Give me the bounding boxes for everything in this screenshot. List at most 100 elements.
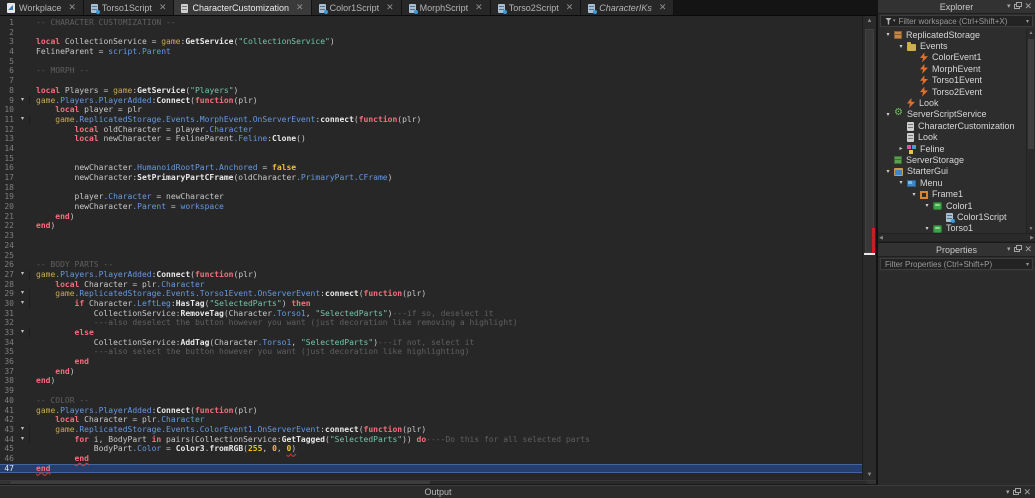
filter-caret-icon[interactable]: ▾ [893,18,896,24]
tree-item-ServerStorage[interactable]: ServerStorage [878,154,1026,165]
tree-item-Look[interactable]: Look [878,132,1026,143]
code-line[interactable]: 26-- BODY PARTS -- [0,260,862,270]
explorer-filter-input[interactable]: ▾ Filter workspace (Ctrl+Shift+X) ▾ [880,15,1033,27]
tree-item-ServerScriptService[interactable]: ▾ServerScriptService [878,109,1026,120]
code-line[interactable]: 25 [0,251,862,261]
code-line[interactable]: 47end [0,464,862,474]
fold-arrow-icon[interactable]: ▾ [16,299,30,309]
tab-close-icon[interactable]: ✕ [566,3,574,12]
scroll-up-icon[interactable]: ▲ [863,16,876,27]
tree-item-Events[interactable]: ▾Events [878,40,1026,51]
code-line[interactable]: 12 local oldCharacter = player.Character [0,125,862,135]
close-icon[interactable]: ✕ [1024,2,1032,11]
close-icon[interactable]: ✕ [1024,245,1032,254]
code-line[interactable]: 28 local Character = plr.Character [0,280,862,290]
code-editor[interactable]: 1-- CHARACTER CUSTOMIZATION --23local Co… [0,16,862,481]
properties-filter-input[interactable]: Filter Properties (Ctrl+Shift+P) ▾ [880,258,1033,270]
tab-close-icon[interactable]: ✕ [386,3,394,12]
editor-hscroll-thumb[interactable] [10,481,430,484]
editor-vscroll-thumb[interactable] [865,29,874,253]
code-line[interactable]: 13 local newCharacter = FelineParent.Fel… [0,134,862,144]
expand-arrow-icon[interactable]: ▾ [895,179,907,186]
code-line[interactable]: 29▾ game.ReplicatedStorage.Events.Torso1… [0,289,862,299]
tab-Color1Script[interactable]: Color1Script✕ [312,0,402,15]
tree-item-Frame1[interactable]: ▾Frame1 [878,188,1026,199]
code-line[interactable]: 20 newCharacter.Parent = workspace [0,202,862,212]
chevron-down-icon[interactable]: ▾ [1026,261,1029,268]
expand-arrow-icon[interactable]: ▾ [921,202,933,209]
fold-arrow-icon[interactable]: ▾ [16,435,30,445]
code-line[interactable]: 34 CollectionService:AddTag(Character.To… [0,338,862,348]
code-line[interactable]: 21 end) [0,212,862,222]
tree-item-Color1[interactable]: ▾Color1 [878,200,1026,211]
code-line[interactable]: 3local CollectionService = game:GetServi… [0,37,862,47]
tree-item-CharacterCustomization[interactable]: CharacterCustomization [878,120,1026,131]
code-line[interactable]: 44▾ for i, BodyPart in pairs(CollectionS… [0,435,862,445]
code-line[interactable]: 1-- CHARACTER CUSTOMIZATION -- [0,18,862,28]
tree-item-Menu[interactable]: ▾Menu [878,177,1026,188]
expand-arrow-icon[interactable]: ▸ [895,145,907,152]
code-line[interactable]: 32 ---also deselect the button however y… [0,318,862,328]
code-line[interactable]: 36 end [0,357,862,367]
code-line[interactable]: 31 CollectionService:RemoveTag(Character… [0,309,862,319]
chevron-down-icon[interactable]: ▾ [1026,18,1029,25]
code-line[interactable]: 23 [0,231,862,241]
tree-item-Torso1Event[interactable]: Torso1Event [878,75,1026,86]
code-line[interactable]: 6-- MORPH -- [0,66,862,76]
code-line[interactable]: 46 end [0,454,862,464]
code-line[interactable]: 16 newCharacter.HumanoidRootPart.Anchore… [0,163,862,173]
fold-arrow-icon[interactable]: ▾ [16,270,30,280]
chevron-down-icon[interactable]: ▾ [1007,246,1011,253]
code-line[interactable]: 30▾ if Character.LeftLeg:HasTag("Selecte… [0,299,862,309]
expand-arrow-icon[interactable]: ▾ [882,111,894,118]
tab-close-icon[interactable]: ✕ [159,3,167,12]
code-line[interactable]: 43▾ game.ReplicatedStorage.Events.ColorE… [0,425,862,435]
float-window-icon[interactable] [1013,490,1019,495]
expand-arrow-icon[interactable]: ▾ [908,191,920,198]
tab-Torso2Script[interactable]: Torso2Script✕ [491,0,582,15]
fold-arrow-icon[interactable]: ▾ [16,289,30,299]
code-line[interactable]: 39 [0,386,862,396]
tab-Workplace[interactable]: Workplace✕ [0,0,84,15]
code-line[interactable]: 17 newCharacter:SetPrimaryPartCFrame(old… [0,173,862,183]
code-line[interactable]: 35 ---also select the button however you… [0,347,862,357]
fold-arrow-icon[interactable]: ▾ [16,115,30,125]
filter-funnel-icon[interactable] [885,18,892,25]
code-line[interactable]: 27▾game.Players.PlayerAdded:Connect(func… [0,270,862,280]
code-line[interactable]: 19 player.Character = newCharacter [0,192,862,202]
code-line[interactable]: 40-- COLOR -- [0,396,862,406]
code-line[interactable]: 4FelineParent = script.Parent [0,47,862,57]
code-line[interactable]: 7 [0,76,862,86]
scroll-right-icon[interactable]: ▶ [1030,234,1034,242]
tree-item-StarterGui[interactable]: ▾StarterGui [878,166,1026,177]
fold-arrow-icon[interactable]: ▾ [16,96,30,106]
tab-close-icon[interactable]: ✕ [296,3,304,12]
tree-item-Torso2Event[interactable]: Torso2Event [878,86,1026,97]
output-bar[interactable]: Output ▾ ✕ [0,485,1035,498]
expand-arrow-icon[interactable]: ▾ [882,31,894,38]
chevron-down-icon[interactable]: ▾ [1006,488,1010,496]
tab-Torso1Script[interactable]: Torso1Script✕ [84,0,175,15]
scroll-left-icon[interactable]: ◀ [879,234,883,242]
code-line[interactable]: 41game.Players.PlayerAdded:Connect(funct… [0,406,862,416]
close-icon[interactable]: ✕ [1023,487,1031,498]
expand-arrow-icon[interactable]: ▾ [895,43,907,50]
tree-item-Feline[interactable]: ▸Feline [878,143,1026,154]
tab-CharacterCustomization[interactable]: CharacterCustomization✕ [174,0,311,15]
tab-CharacterIKs[interactable]: CharacterIKs✕ [581,0,674,15]
code-line[interactable]: 8local Players = game:GetService("Player… [0,86,862,96]
code-line[interactable]: 37 end) [0,367,862,377]
explorer-vscroll-thumb[interactable] [1028,39,1034,149]
code-line[interactable]: 2 [0,28,862,38]
expand-arrow-icon[interactable]: ▾ [921,225,933,232]
fold-arrow-icon[interactable]: ▾ [16,425,30,435]
code-line[interactable]: 9▾game.Players.PlayerAdded:Connect(funct… [0,96,862,106]
tree-item-ColorEvent1[interactable]: ColorEvent1 [878,52,1026,63]
tab-close-icon[interactable]: ✕ [68,3,76,12]
float-window-icon[interactable] [1014,247,1020,252]
expand-arrow-icon[interactable]: ▾ [882,168,894,175]
fold-arrow-icon[interactable]: ▾ [16,328,30,338]
code-line[interactable]: 42 local Character = plr.Character [0,415,862,425]
code-line[interactable]: 18 [0,183,862,193]
scroll-up-icon[interactable]: ▲ [1027,29,1035,38]
